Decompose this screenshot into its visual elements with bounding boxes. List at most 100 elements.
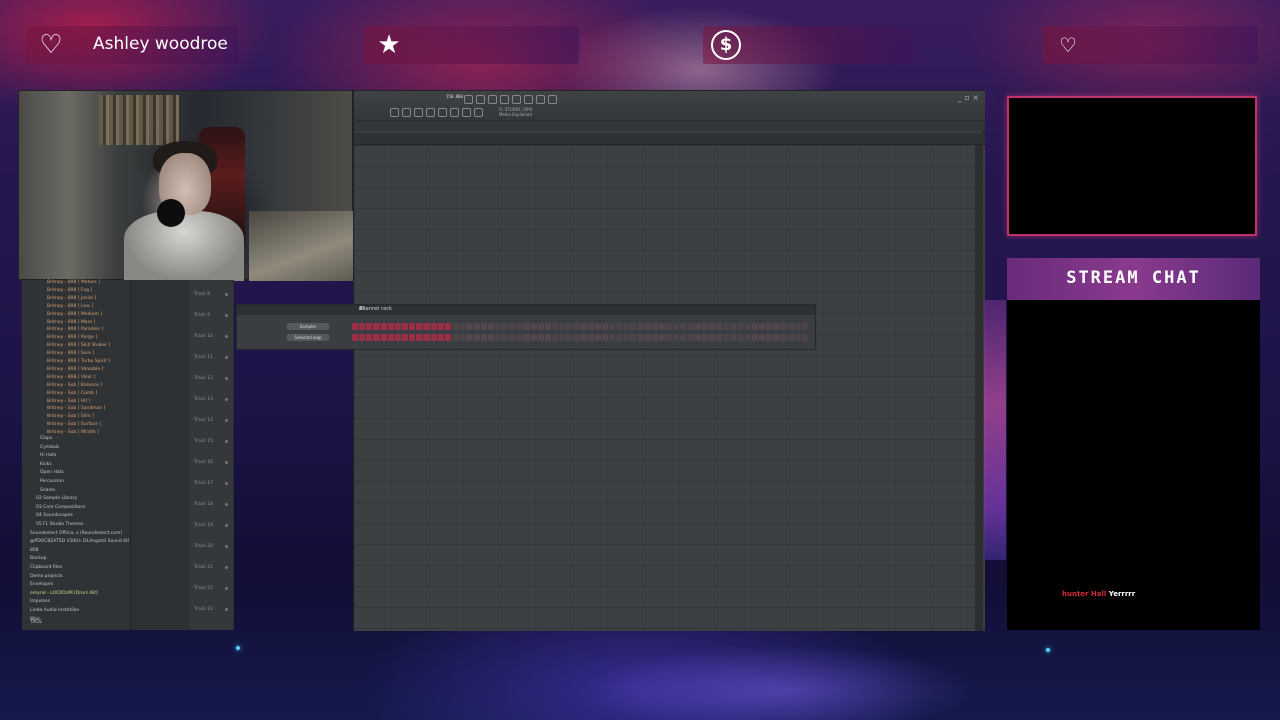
step-button[interactable] xyxy=(401,323,409,330)
step-button[interactable] xyxy=(380,334,387,341)
step-button[interactable] xyxy=(587,323,594,330)
step-button[interactable] xyxy=(673,323,680,330)
browser-item[interactable]: Britney - 808 [ Valor ] xyxy=(47,375,95,380)
step-button[interactable] xyxy=(587,334,594,341)
browser-icon[interactable] xyxy=(438,108,447,117)
step-button[interactable] xyxy=(494,334,501,341)
browser-item[interactable]: Clipboard files xyxy=(30,565,62,570)
track-label[interactable]: Track 21 xyxy=(194,565,213,570)
step-button[interactable] xyxy=(644,323,651,330)
step-button[interactable] xyxy=(559,334,566,341)
browser-item[interactable]: Kicks xyxy=(40,462,52,467)
track-label[interactable]: Track 14 xyxy=(194,418,213,423)
step-button[interactable] xyxy=(537,323,544,330)
track-mute-dot[interactable] xyxy=(225,587,228,590)
loop-icon[interactable] xyxy=(500,95,509,104)
mixer-icon[interactable] xyxy=(426,108,435,117)
track-label[interactable]: Track 18 xyxy=(194,502,213,507)
browser-item[interactable]: Britney - 808 [ Jovial ] xyxy=(47,296,96,301)
step-button[interactable] xyxy=(680,334,687,341)
step-button[interactable] xyxy=(666,323,673,330)
step-button[interactable] xyxy=(787,323,794,330)
step-button[interactable] xyxy=(673,334,680,341)
browser-item[interactable]: Britney - Sub [ Balance ] xyxy=(47,383,102,388)
step-button[interactable] xyxy=(559,323,566,330)
browser-item[interactable]: Envelopes xyxy=(30,582,53,587)
step-button[interactable] xyxy=(466,323,473,330)
step-button[interactable] xyxy=(780,334,787,341)
step-button[interactable] xyxy=(394,334,401,341)
browser-item[interactable]: 05 FL Studio Themes xyxy=(36,522,83,527)
track-mute-dot[interactable] xyxy=(225,503,228,506)
step-button[interactable] xyxy=(680,323,687,330)
step-button[interactable] xyxy=(723,323,730,330)
step-button[interactable] xyxy=(451,323,459,330)
browser-item[interactable]: Britney - 808 [ Low ] xyxy=(47,304,93,309)
step-button[interactable] xyxy=(387,334,394,341)
track-label[interactable]: Track 22 xyxy=(194,586,213,591)
step-button[interactable] xyxy=(701,323,709,330)
browser-item[interactable]: emyral - LOCKDUM [Drum Kit] xyxy=(30,591,98,596)
step-button[interactable] xyxy=(773,323,780,330)
browser-item[interactable]: Britney - Sub [ Surface ] xyxy=(47,422,101,427)
step-button[interactable] xyxy=(487,323,494,330)
step-sequencer-row[interactable] xyxy=(352,334,808,341)
step-button[interactable] xyxy=(601,334,609,341)
step-button[interactable] xyxy=(630,334,637,341)
bpm-display[interactable]: 150.000 xyxy=(446,94,463,99)
browser-item[interactable]: Demo projects xyxy=(30,574,63,579)
step-button[interactable] xyxy=(444,323,451,330)
step-button[interactable] xyxy=(366,334,373,341)
step-button[interactable] xyxy=(480,323,487,330)
step-button[interactable] xyxy=(430,334,437,341)
track-label[interactable]: Track 11 xyxy=(194,355,213,360)
step-button[interactable] xyxy=(530,323,537,330)
step-button[interactable] xyxy=(380,323,387,330)
step-button[interactable] xyxy=(537,334,544,341)
track-mute-dot[interactable] xyxy=(225,440,228,443)
track-label[interactable]: Track 16 xyxy=(194,460,213,465)
step-button[interactable] xyxy=(501,323,509,330)
step-button[interactable] xyxy=(359,323,366,330)
step-button[interactable] xyxy=(659,323,666,330)
track-mute-dot[interactable] xyxy=(225,377,228,380)
browser-item[interactable]: Soundselect Officia..s (Roundselect.com) xyxy=(30,531,122,536)
track-mute-dot[interactable] xyxy=(225,314,228,317)
browser-item[interactable]: @PDOCBEATSD 1500+ DLAngstel Sound Kit xyxy=(30,539,129,544)
channel-rack-titlebar[interactable]: All Channel rack × xyxy=(237,305,815,315)
step-button[interactable] xyxy=(723,334,730,341)
step-button[interactable] xyxy=(416,323,423,330)
browser-item[interactable]: Britney - 808 [ Turbo Spirit ] xyxy=(47,359,110,364)
step-button[interactable] xyxy=(359,334,366,341)
browser-item[interactable]: Cymbals xyxy=(40,445,59,450)
step-button[interactable] xyxy=(794,334,801,341)
step-button[interactable] xyxy=(687,334,694,341)
channel-rack-icon[interactable] xyxy=(414,108,423,117)
step-button[interactable] xyxy=(409,323,416,330)
step-button[interactable] xyxy=(551,323,559,330)
step-button[interactable] xyxy=(551,334,559,341)
step-button[interactable] xyxy=(451,334,459,341)
step-button[interactable] xyxy=(744,323,751,330)
step-button[interactable] xyxy=(523,334,530,341)
playlist-horizontal-scrollbar[interactable] xyxy=(354,121,985,131)
browser-item[interactable]: 04 Soundscapes xyxy=(36,513,73,518)
step-button[interactable] xyxy=(487,334,494,341)
step-button[interactable] xyxy=(737,334,744,341)
step-button[interactable] xyxy=(780,323,787,330)
track-mute-dot[interactable] xyxy=(225,524,228,527)
countdown-icon[interactable] xyxy=(524,95,533,104)
step-button[interactable] xyxy=(394,323,401,330)
browser-item[interactable]: 808 xyxy=(30,548,39,553)
browser-item[interactable]: Britney - Sub [ Sandman ] xyxy=(47,406,105,411)
step-button[interactable] xyxy=(509,323,516,330)
step-button[interactable] xyxy=(773,334,780,341)
step-button[interactable] xyxy=(801,334,808,341)
browser-item[interactable]: Claps xyxy=(40,436,52,441)
step-button[interactable] xyxy=(566,323,573,330)
step-button[interactable] xyxy=(423,323,430,330)
step-button[interactable] xyxy=(744,334,751,341)
step-button[interactable] xyxy=(430,323,437,330)
step-button[interactable] xyxy=(401,334,409,341)
step-sequencer-row[interactable] xyxy=(352,323,808,330)
